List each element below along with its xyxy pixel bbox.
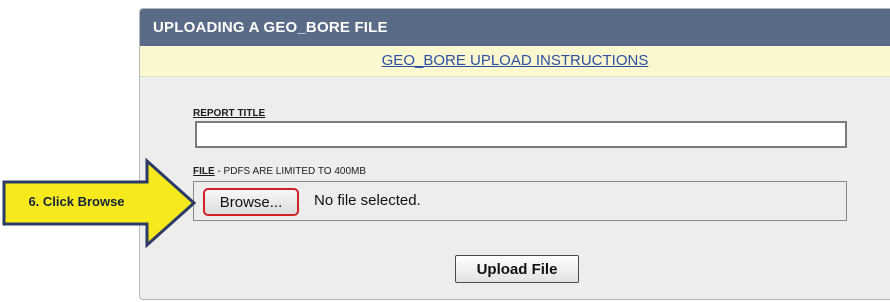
file-picker: Browse... No file selected. [193,181,847,221]
browse-callout-arrow: 6. Click Browse [0,157,200,249]
report-title-label: REPORT TITLE [193,108,265,119]
upload-file-button[interactable]: Upload File [455,255,579,283]
screenshot-stage: UPLOADING A GEO_BORE FILE GEO_BORE UPLOA… [0,0,890,302]
browse-button[interactable]: Browse... [203,188,299,216]
report-title-input[interactable] [195,121,847,148]
callout-text: 6. Click Browse [28,194,125,209]
instructions-bar: GEO_BORE UPLOAD INSTRUCTIONS [140,46,890,77]
file-size-note: - PDFS ARE LIMITED TO 400MB [214,166,367,177]
panel-header: UPLOADING A GEO_BORE FILE [140,9,890,46]
file-label: FILE - PDFS ARE LIMITED TO 400MB [193,166,366,177]
upload-panel: UPLOADING A GEO_BORE FILE GEO_BORE UPLOA… [139,8,890,300]
file-status-text: No file selected. [314,192,421,209]
upload-instructions-link[interactable]: GEO_BORE UPLOAD INSTRUCTIONS [382,52,649,69]
report-title-label-text: REPORT TITLE [193,108,266,119]
